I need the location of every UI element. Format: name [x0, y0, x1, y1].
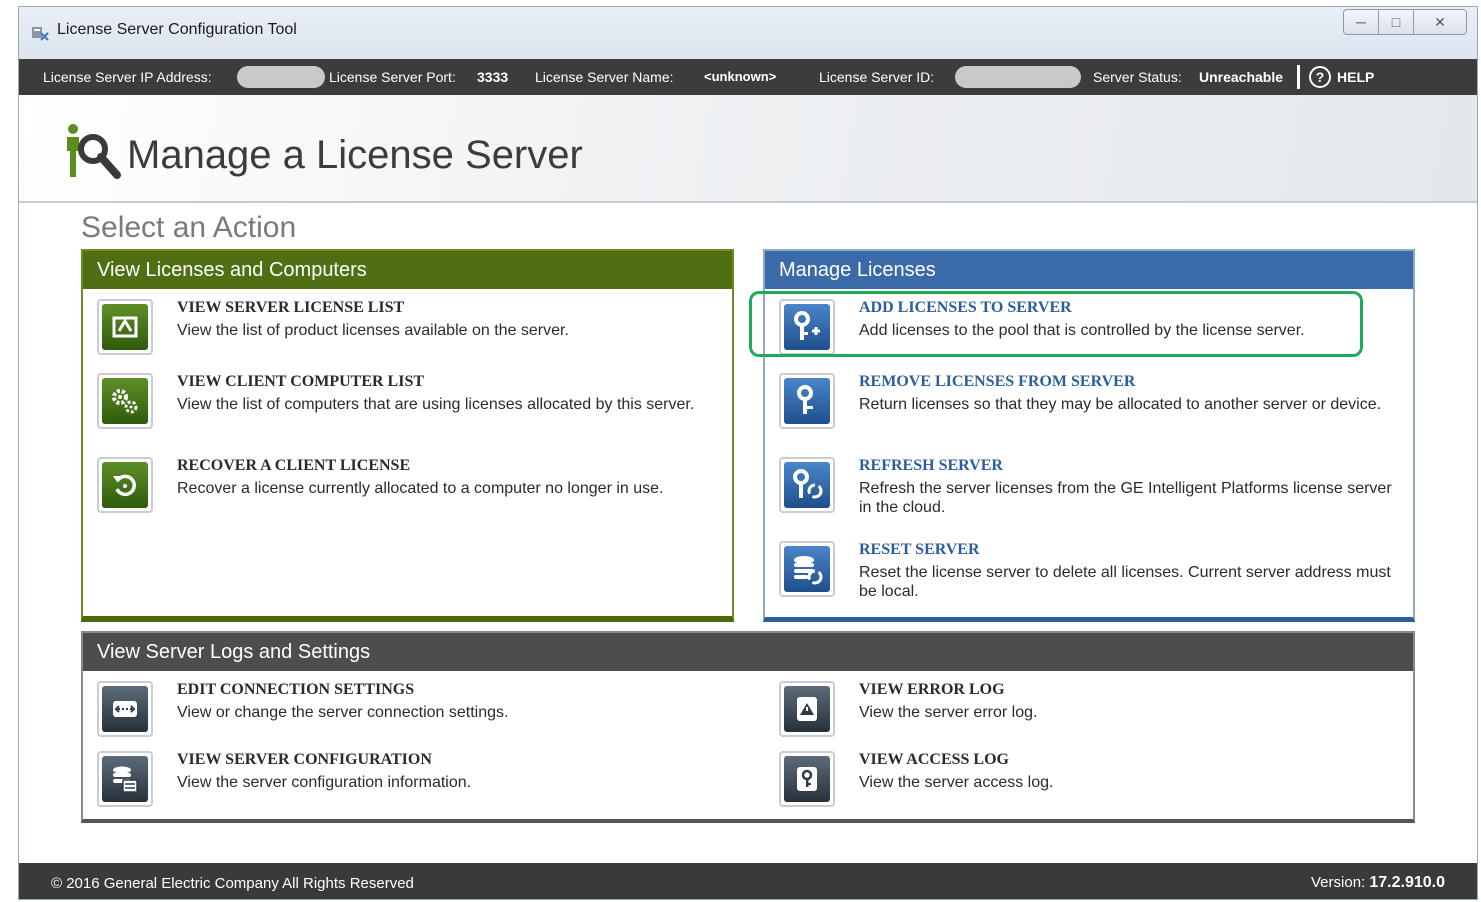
title-bar: License Server Configuration Tool ─ □ ✕ — [19, 7, 1477, 59]
recover-client-license[interactable]: RECOVER A CLIENT LICENSE Recover a licen… — [97, 457, 717, 517]
maximize-icon: □ — [1391, 14, 1401, 30]
page-title: Manage a License Server — [127, 133, 583, 177]
server-config-icon — [97, 751, 153, 807]
panel-title: View Server Logs and Settings — [83, 633, 1413, 671]
license-list-icon — [97, 299, 153, 355]
item-desc: Refresh the server licenses from the GE … — [859, 480, 1392, 516]
reset-server[interactable]: RESET SERVER Reset the license server to… — [779, 541, 1399, 605]
item-desc: Recover a license currently allocated to… — [177, 480, 664, 497]
item-desc: View the list of computers that are usin… — [177, 396, 695, 413]
name-label: License Server Name: — [535, 69, 674, 85]
item-desc: View the server configuration informatio… — [177, 774, 472, 791]
version-info: Version: 17.2.910.0 — [1311, 874, 1445, 892]
refresh-server[interactable]: REFRESH SERVER Refresh the server licens… — [779, 457, 1399, 521]
help-label: HELP — [1337, 69, 1375, 85]
window-title: License Server Configuration Tool — [57, 21, 297, 38]
item-title: VIEW SERVER LICENSE LIST — [177, 299, 405, 316]
item-title: REMOVE LICENSES FROM SERVER — [859, 373, 1136, 390]
license-server-icon — [67, 124, 121, 179]
view-error-log[interactable]: VIEW ERROR LOG View the server error log… — [779, 681, 1399, 741]
connection-icon — [97, 681, 153, 737]
item-title: VIEW ERROR LOG — [859, 681, 1005, 698]
remove-licenses-from-server[interactable]: REMOVE LICENSES FROM SERVER Return licen… — [779, 373, 1399, 437]
item-title: RECOVER A CLIENT LICENSE — [177, 457, 411, 474]
panel-title: View Licenses and Computers — [83, 251, 732, 289]
gears-icon — [97, 373, 153, 429]
copyright-text: © 2016 General Electric Company All Righ… — [51, 875, 414, 892]
maximize-button[interactable]: □ — [1378, 9, 1414, 35]
main-content: Select an Action View Licenses and Compu… — [19, 203, 1477, 863]
help-button[interactable]: ? HELP — [1309, 64, 1374, 90]
app-icon — [32, 27, 49, 41]
item-title: VIEW ACCESS LOG — [859, 751, 1009, 768]
view-client-computer-list[interactable]: VIEW CLIENT COMPUTER LIST View the list … — [97, 373, 717, 437]
item-desc: Reset the license server to delete all l… — [859, 564, 1391, 600]
item-title: REFRESH SERVER — [859, 457, 1003, 474]
item-desc: Return licenses so that they may be allo… — [859, 396, 1382, 413]
server-info-bar: License Server IP Address: License Serve… — [19, 59, 1477, 95]
id-value-redacted — [955, 66, 1081, 88]
help-icon: ? — [1309, 66, 1331, 88]
view-server-configuration[interactable]: VIEW SERVER CONFIGURATION View the serve… — [97, 751, 717, 811]
version-label: Version: — [1311, 874, 1366, 891]
view-licenses-panel: View Licenses and Computers VIEW SERVER … — [81, 249, 734, 622]
key-refresh-icon — [779, 457, 835, 513]
status-footer: © 2016 General Electric Company All Righ… — [19, 863, 1477, 899]
item-desc: View the server error log. — [859, 704, 1038, 721]
section-title: Select an Action — [81, 211, 297, 244]
error-log-icon — [779, 681, 835, 737]
access-log-icon — [779, 751, 835, 807]
divider — [1297, 65, 1300, 89]
status-value: Unreachable — [1199, 69, 1284, 85]
ip-label: License Server IP Address: — [43, 69, 212, 85]
panel-title: Manage Licenses — [765, 251, 1413, 289]
version-value: 17.2.910.0 — [1369, 874, 1445, 891]
item-title: EDIT CONNECTION SETTINGS — [177, 681, 415, 698]
name-value: <unknown> — [704, 69, 777, 84]
view-access-log[interactable]: VIEW ACCESS LOG View the server access l… — [779, 751, 1399, 811]
close-icon: ✕ — [1434, 13, 1446, 30]
port-label: License Server Port: — [329, 69, 456, 85]
page-header: Manage a License Server — [19, 95, 1477, 203]
port-value: 3333 — [477, 69, 509, 85]
key-remove-icon — [779, 373, 835, 429]
id-label: License Server ID: — [819, 69, 935, 85]
view-server-license-list[interactable]: VIEW SERVER LICENSE LIST View the list o… — [97, 299, 717, 359]
item-title: VIEW SERVER CONFIGURATION — [177, 751, 432, 768]
status-label: Server Status: — [1093, 69, 1182, 85]
minimize-button[interactable]: ─ — [1343, 9, 1379, 35]
item-title: RESET SERVER — [859, 541, 980, 558]
minimize-icon: ─ — [1356, 14, 1366, 30]
recover-icon — [97, 457, 153, 513]
edit-connection-settings[interactable]: EDIT CONNECTION SETTINGS View or change … — [97, 681, 717, 741]
item-desc: View or change the server connection set… — [177, 704, 509, 721]
database-reset-icon — [779, 541, 835, 597]
highlight-box — [749, 291, 1363, 357]
item-desc: View the list of product licenses availa… — [177, 322, 569, 339]
item-desc: View the server access log. — [859, 774, 1054, 791]
item-title: VIEW CLIENT COMPUTER LIST — [177, 373, 425, 390]
ip-value-redacted — [237, 66, 325, 88]
close-button[interactable]: ✕ — [1413, 9, 1467, 35]
server-logs-panel: View Server Logs and Settings EDIT CONNE… — [81, 631, 1415, 823]
app-window: License Server Configuration Tool ─ □ ✕ … — [18, 6, 1478, 900]
